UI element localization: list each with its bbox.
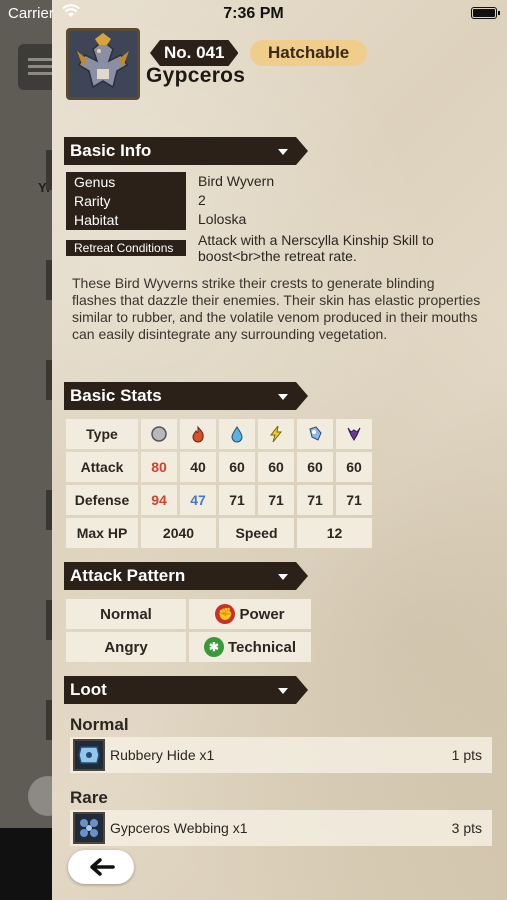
defense-fire: 47 (180, 485, 216, 515)
type-label: Type (66, 419, 138, 449)
gypceros-portrait-icon (66, 28, 140, 100)
retreat-conditions-label: Retreat Conditions (66, 240, 186, 256)
max-hp-value: 2040 (141, 518, 216, 548)
attack-ice: 60 (297, 452, 333, 482)
attack-pattern-section-header[interactable]: Attack Pattern (64, 562, 308, 590)
power-icon: ✊ (215, 604, 236, 624)
gypceros-webbing-icon (73, 812, 105, 844)
ice-icon (297, 419, 333, 449)
section-title: Basic Stats (70, 386, 162, 405)
battery-icon (471, 7, 500, 19)
loot-item-name: Rubbery Hide x1 (110, 747, 215, 763)
attack-water: 60 (219, 452, 255, 482)
status-bar: Carrier 7:36 PM (0, 0, 507, 28)
monster-name: Gypceros (146, 64, 246, 87)
thunder-icon (258, 419, 294, 449)
loot-item-points: 3 pts (451, 820, 482, 836)
dragon-icon (336, 419, 372, 449)
basic-info-section-header[interactable]: Basic Info (64, 137, 308, 165)
attack-dragon: 60 (336, 452, 372, 482)
habitat-value: Loloska (198, 211, 247, 227)
rarity-label: Rarity (66, 191, 186, 211)
background-footer (0, 828, 60, 900)
angry-pattern-label: Angry (66, 632, 186, 662)
defense-thunder: 71 (258, 485, 294, 515)
section-title: Basic Info (70, 141, 152, 160)
rubbery-hide-icon (73, 739, 105, 771)
loot-item-points: 1 pts (451, 747, 482, 763)
max-hp-label: Max HP (66, 518, 138, 548)
monster-description: These Bird Wyverns strike their crests t… (72, 275, 481, 342)
arrow-left-icon (90, 858, 115, 876)
habitat-label: Habitat (66, 210, 186, 230)
loot-rare-heading: Rare (70, 788, 108, 807)
speed-label: Speed (219, 518, 294, 548)
power-label: Power (239, 605, 285, 623)
angry-pattern-value: ✱ Technical (189, 632, 311, 662)
attack-thunder: 60 (258, 452, 294, 482)
normal-pattern-label: Normal (66, 599, 186, 629)
loot-item-row[interactable]: Gypceros Webbing x1 3 pts (70, 810, 492, 846)
back-button[interactable] (68, 850, 134, 884)
defense-neutral: 94 (141, 485, 177, 515)
defense-label: Defense (66, 485, 138, 515)
chevron-down-icon (278, 394, 288, 400)
fire-icon (180, 419, 216, 449)
attack-label: Attack (66, 452, 138, 482)
chevron-down-icon (278, 149, 288, 155)
chevron-down-icon (278, 688, 288, 694)
loot-item-row[interactable]: Rubbery Hide x1 1 pts (70, 737, 492, 773)
loot-section-header[interactable]: Loot (64, 676, 308, 704)
genus-label: Genus (66, 172, 186, 192)
normal-pattern-value: ✊ Power (189, 599, 311, 629)
defense-dragon: 71 (336, 485, 372, 515)
monster-number-badge: No. 041 (150, 40, 238, 66)
loot-item-name: Gypceros Webbing x1 (110, 820, 248, 836)
genus-value: Bird Wyvern (198, 173, 275, 189)
retreat-conditions-value: Attack with a Nerscylla Kinship Skill to… (198, 232, 434, 264)
status-time: 7:36 PM (223, 5, 284, 22)
loot-normal-heading: Normal (70, 715, 129, 734)
attack-fire: 40 (180, 452, 216, 482)
neutral-icon (141, 419, 177, 449)
monster-detail-panel: No. 041 Hatchable Gypceros Basic Info Ge… (52, 0, 507, 900)
water-icon (219, 419, 255, 449)
defense-ice: 71 (297, 485, 333, 515)
defense-water: 71 (219, 485, 255, 515)
rarity-value: 2 (198, 192, 206, 208)
attack-neutral: 80 (141, 452, 177, 482)
section-title: Attack Pattern (70, 566, 186, 585)
chevron-down-icon (278, 574, 288, 580)
section-title: Loot (70, 680, 107, 699)
hatchable-badge: Hatchable (250, 40, 368, 66)
speed-value: 12 (297, 518, 372, 548)
basic-stats-section-header[interactable]: Basic Stats (64, 382, 308, 410)
technical-icon: ✱ (203, 637, 224, 657)
technical-label: Technical (227, 638, 297, 656)
